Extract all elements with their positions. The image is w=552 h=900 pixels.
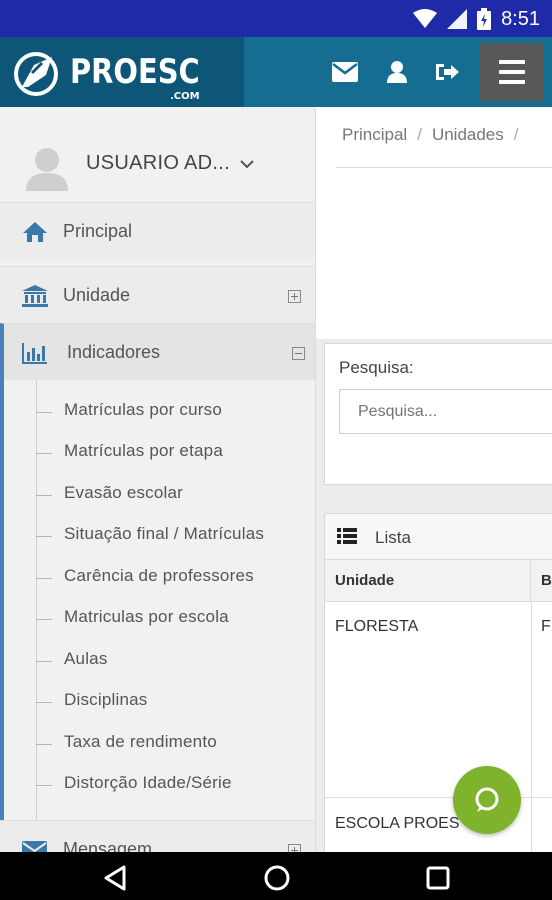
breadcrumb: Principal / Unidades / <box>342 125 529 145</box>
logo-subtext: .COM <box>170 91 200 102</box>
submenu-item-label: Matrículas por etapa <box>64 441 223 460</box>
messages-button[interactable] <box>330 57 360 87</box>
submenu-item[interactable]: Situação final / Matrículas <box>4 514 315 555</box>
submenu-item-label: Aulas <box>64 649 108 668</box>
search-label: Pesquisa: <box>339 358 414 377</box>
user-menu[interactable]: USUARIO AD... <box>0 107 315 202</box>
logo-mark-icon <box>14 52 58 96</box>
breadcrumb-principal[interactable]: Principal <box>342 125 407 144</box>
sidebar: USUARIO AD... Principal Unidade Indicado… <box>0 107 316 852</box>
hamburger-bar <box>499 70 525 74</box>
tree-dash <box>36 619 52 620</box>
submenu-item[interactable]: Aulas <box>4 639 315 680</box>
submenu-item-label: Matrículas por curso <box>64 400 222 419</box>
sidebar-item-label: Mensagem <box>63 839 153 852</box>
chevron-down-icon <box>240 160 254 169</box>
tree-dash <box>36 702 52 703</box>
column-header-ba[interactable]: Ba <box>531 560 552 602</box>
submenu-item-label: Evasão escolar <box>64 483 184 502</box>
breadcrumb-separator: / <box>513 125 519 144</box>
sidebar-item-label: Principal <box>63 221 133 241</box>
recents-icon[interactable] <box>424 864 452 892</box>
clock: 8:51 <box>501 7 540 30</box>
user-icon <box>387 61 407 83</box>
submenu-item-label: Disciplinas <box>64 690 148 709</box>
expand-icon[interactable] <box>288 290 301 303</box>
bar-chart-icon <box>22 343 47 364</box>
tree-dash <box>36 495 52 496</box>
tree-dash <box>36 536 52 537</box>
tree-dash <box>36 578 52 579</box>
submenu-indicadores: Matrículas por curso Matrículas por etap… <box>0 380 315 820</box>
avatar-icon <box>26 148 68 191</box>
divider <box>336 167 552 168</box>
list-icon <box>337 528 357 544</box>
submenu-item-label: Taxa de rendimento <box>64 732 217 751</box>
sidebar-item-unidade[interactable]: Unidade <box>0 266 315 323</box>
profile-button[interactable] <box>382 57 412 87</box>
tree-dash <box>36 412 52 413</box>
breadcrumb-unidades[interactable]: Unidades <box>432 125 504 144</box>
submenu-item[interactable]: Disciplinas <box>4 680 315 721</box>
submenu-item[interactable]: Carência de professores <box>4 556 315 597</box>
submenu-item[interactable]: Distorção Idade/Série <box>4 763 315 804</box>
hamburger-bar <box>499 80 525 84</box>
chat-bubble-icon <box>475 787 499 812</box>
system-nav-bar <box>0 852 552 900</box>
main-content: Principal / Unidades / Pesquisa: Lista Unid… <box>316 107 552 852</box>
breadcrumb-separator: / <box>417 125 422 144</box>
list-title: Lista <box>375 528 411 547</box>
status-bar: 8:51 <box>0 0 552 37</box>
tree-dash <box>36 785 52 786</box>
home-circle-icon[interactable] <box>263 864 291 892</box>
submenu-item[interactable]: Taxa de rendimento <box>4 722 315 763</box>
logo-text: PROESC <box>70 52 200 92</box>
app-screen: 8:51 PROESC .COM USUARIO AD... Principal… <box>0 0 552 900</box>
logout-button[interactable] <box>433 57 463 87</box>
table-cell[interactable]: F <box>531 608 552 646</box>
breadcrumb-bar: Principal / Unidades / <box>316 107 552 169</box>
app-header: PROESC .COM <box>0 37 552 107</box>
back-icon[interactable] <box>102 864 130 892</box>
submenu-item-label: Matriculas por escola <box>64 607 229 626</box>
tree-dash <box>36 453 52 454</box>
chat-button[interactable] <box>453 766 521 834</box>
tree-dash <box>36 744 52 745</box>
menu-toggle-button[interactable] <box>480 43 544 101</box>
envelope-icon <box>332 62 358 82</box>
content-header-area <box>316 169 552 339</box>
submenu-item-label: Situação final / Matrículas <box>64 524 265 543</box>
submenu-item-label: Carência de professores <box>64 566 254 585</box>
sidebar-item-label: Indicadores <box>67 342 161 362</box>
submenu-item-label: Distorção Idade/Série <box>64 773 232 792</box>
sidebar-item-mensagem[interactable]: Mensagem <box>0 820 315 852</box>
bank-icon <box>22 285 48 307</box>
sign-out-icon <box>436 64 459 80</box>
battery-icon <box>477 8 492 30</box>
status-icons: 8:51 <box>413 6 540 32</box>
search-panel: Pesquisa: <box>324 343 552 485</box>
signal-icon <box>447 9 468 29</box>
search-input[interactable] <box>339 389 552 434</box>
list-header: Lista <box>325 514 552 560</box>
hamburger-icon <box>499 60 525 64</box>
expand-icon[interactable] <box>288 844 301 852</box>
sidebar-item-principal[interactable]: Principal <box>0 202 315 259</box>
envelope-icon <box>22 841 47 852</box>
tree-dash <box>36 661 52 662</box>
wifi-icon <box>413 9 438 28</box>
submenu-item[interactable]: Matrículas por etapa <box>4 431 315 472</box>
home-icon <box>23 222 47 242</box>
logo[interactable]: PROESC .COM <box>0 37 244 107</box>
collapse-icon[interactable] <box>292 347 305 360</box>
submenu-item[interactable]: Matriculas por escola <box>4 597 315 638</box>
user-name: USUARIO AD... <box>86 152 230 174</box>
sidebar-item-indicadores[interactable]: Indicadores <box>0 323 315 380</box>
column-header-unidade[interactable]: Unidade <box>325 560 531 602</box>
sidebar-item-label: Unidade <box>63 285 131 305</box>
table-cell[interactable]: FLORESTA <box>325 608 531 646</box>
submenu-item[interactable]: Matrículas por curso <box>4 390 315 431</box>
submenu-item[interactable]: Evasão escolar <box>4 473 315 514</box>
